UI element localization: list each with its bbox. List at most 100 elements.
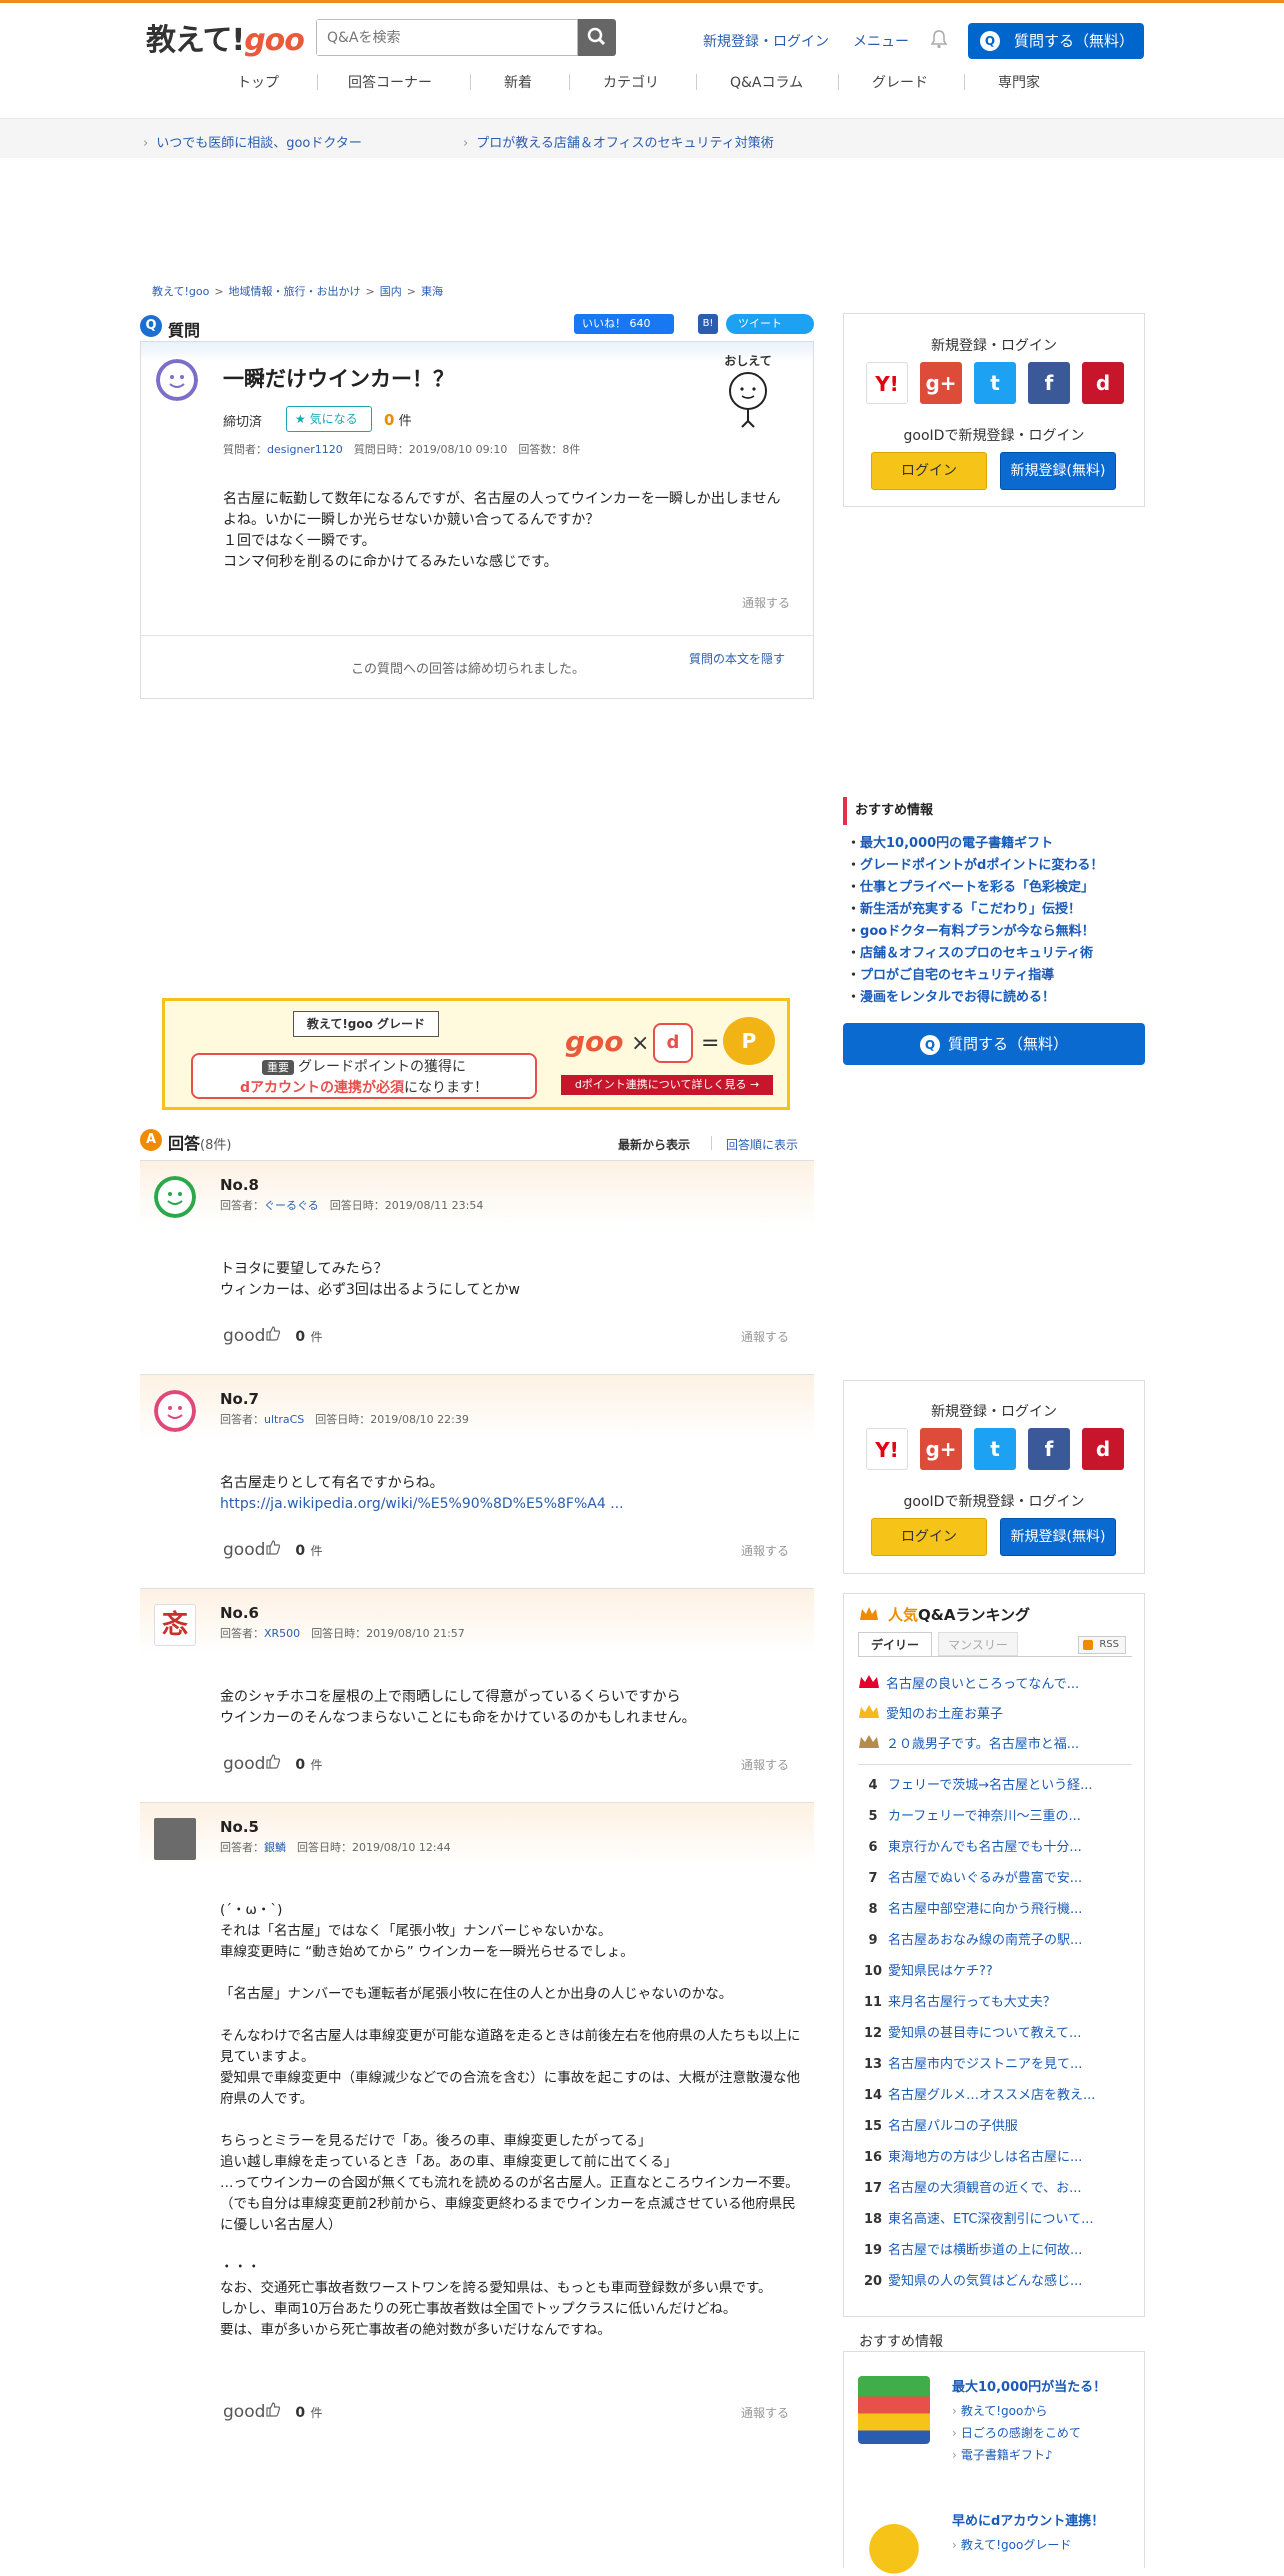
ranking-link[interactable]: 愛知県の甚目寺について教えて...	[888, 2026, 1081, 2041]
search-button[interactable]	[578, 19, 616, 56]
ranking-link[interactable]: 名古屋市内でジストニアを見て...	[888, 2057, 1082, 2072]
breadcrumb-item[interactable]: 地域情報・旅行・お出かけ	[229, 285, 361, 298]
ranking-link[interactable]: 名古屋の良いところってなんで...	[886, 1677, 1079, 1692]
nav-top[interactable]: トップ	[237, 72, 279, 92]
ranking-item[interactable]: 18 東名高速、ETC深夜割引について...	[858, 2210, 1138, 2230]
ranking-item[interactable]: 4 フェリーで茨城→名古屋という経...	[858, 1776, 1138, 1796]
report-link[interactable]: 通報する	[741, 2404, 789, 2421]
docomo-login-icon[interactable]: d	[1082, 362, 1124, 404]
recommend-link[interactable]: 最大10,000円の電子書籍ギフト	[847, 833, 1103, 855]
site-logo[interactable]: 教えて!goo	[146, 15, 305, 59]
ranking-link[interactable]: フェリーで茨城→名古屋という経...	[888, 1778, 1093, 1793]
recommend-link[interactable]: プロがご自宅のセキュリティ指導	[847, 965, 1103, 987]
recommend-link[interactable]: 店舗＆オフィスのプロのセキュリティ術	[847, 943, 1103, 965]
report-link[interactable]: 通報する	[742, 594, 790, 611]
recommend-link[interactable]: グレードポイントがdポイントに変わる！	[847, 855, 1103, 877]
ranking-link[interactable]: 東京行かんでも名古屋でも十分...	[888, 1840, 1082, 1855]
ranking-link[interactable]: 名古屋では横断歩道の上に何故...	[888, 2243, 1082, 2258]
ranking-link[interactable]: 東名高速、ETC深夜割引について...	[888, 2212, 1093, 2227]
recommend2-sublink[interactable]: 電子書籍ギフト♪	[952, 2446, 1053, 2463]
ranking-link[interactable]: 名古屋あおなみ線の南荒子の駅...	[888, 1933, 1082, 1948]
tab-daily[interactable]: デイリー	[858, 1632, 932, 1656]
ranking-link[interactable]: 来月名古屋行っても大丈夫？	[888, 1995, 1056, 2010]
good-button[interactable]: good 0 件	[223, 1325, 323, 1346]
report-link[interactable]: 通報する	[741, 1328, 789, 1345]
ranking-link[interactable]: 愛知県民はケチ??	[888, 1964, 993, 1979]
login-button[interactable]: ログイン	[871, 452, 987, 490]
recommend2-headline[interactable]: 最大10,000円が当たる！	[952, 2376, 1106, 2395]
fav-button[interactable]: ★ 気になる	[286, 406, 372, 432]
asker-link[interactable]: designer1120	[267, 443, 343, 456]
tweet-button[interactable]: ツイート	[726, 314, 814, 334]
ask-question-button[interactable]: Q 質問する（無料）	[968, 23, 1144, 59]
ranking-item[interactable]: 愛知のお土産お菓子	[858, 1704, 1138, 1724]
ranking-link[interactable]: カーフェリーで神奈川～三重の...	[888, 1809, 1081, 1824]
facebook-login-icon[interactable]: f	[1028, 362, 1070, 404]
good-button[interactable]: good 0 件	[223, 2401, 323, 2422]
docomo-login-icon[interactable]: d	[1082, 1428, 1124, 1470]
answerer-link[interactable]: ぐーるぐる	[264, 1199, 319, 1212]
menu-link[interactable]: メニュー	[853, 34, 909, 50]
recommend2-sublink[interactable]: 教えて!gooから	[952, 2402, 1048, 2419]
good-button[interactable]: good 0 件	[223, 1539, 323, 1560]
promo-link-security[interactable]: プロが教える店舗＆オフィスのセキュリティ対策術	[463, 132, 774, 151]
report-link[interactable]: 通報する	[741, 1756, 789, 1773]
tab-monthly[interactable]: マンスリー	[938, 1632, 1018, 1656]
ranking-link[interactable]: 愛知のお土産お菓子	[886, 1707, 1003, 1722]
google-login-icon[interactable]: g+	[920, 362, 962, 404]
answerer-link[interactable]: ultraCS	[264, 1413, 304, 1426]
ranking-item[interactable]: 名古屋の良いところってなんで...	[858, 1674, 1138, 1694]
recommend2-sublink[interactable]: 教えて!gooグレード	[952, 2536, 1072, 2553]
ranking-item[interactable]: 14 名古屋グルメ…オススメ店を教え...	[858, 2086, 1138, 2106]
banner-link[interactable]: dポイント連携について詳しく見る →	[561, 1075, 773, 1095]
register-button[interactable]: 新規登録(無料)	[1000, 1518, 1116, 1556]
answer-link[interactable]: https://ja.wikipedia.org/wiki/%E5%90%8D%…	[220, 1496, 624, 1512]
ranking-link[interactable]: 名古屋の大須観音の近くで、お...	[888, 2181, 1082, 2196]
breadcrumb-item[interactable]: 教えて!goo	[152, 285, 209, 298]
nav-new[interactable]: 新着	[504, 72, 532, 92]
yahoo-login-icon[interactable]: Y!	[866, 362, 908, 404]
recommend-link[interactable]: 仕事とプライベートを彩る「色彩検定」	[847, 877, 1103, 899]
nav-qa-column[interactable]: Q&Aコラム	[730, 72, 803, 92]
ranking-item[interactable]: 20 愛知県の人の気質はどんな感じ...	[858, 2272, 1138, 2292]
ranking-item[interactable]: 15 名古屋パルコの子供服	[858, 2117, 1138, 2137]
twitter-login-icon[interactable]: t	[974, 362, 1016, 404]
bookmark-icon[interactable]: B!	[698, 314, 718, 334]
facebook-login-icon[interactable]: f	[1028, 1428, 1070, 1470]
ranking-item[interactable]: 8 名古屋中部空港に向かう飛行機...	[858, 1900, 1138, 1920]
register-button[interactable]: 新規登録(無料)	[1000, 452, 1116, 490]
ranking-item[interactable]: 12 愛知県の甚目寺について教えて...	[858, 2024, 1138, 2044]
ranking-link[interactable]: 名古屋中部空港に向かう飛行機...	[888, 1902, 1082, 1917]
ranking-item[interactable]: 19 名古屋では横断歩道の上に何故...	[858, 2241, 1138, 2261]
grade-banner[interactable]: 教えて!goo グレード 重要 グレードポイントの獲得に dアカウントの連携が必須に…	[162, 998, 790, 1110]
recommend2-sublink[interactable]: 日ごろの感謝をこめて	[952, 2424, 1081, 2441]
nav-experts[interactable]: 専門家	[998, 72, 1040, 92]
ranking-link[interactable]: 名古屋グルメ…オススメ店を教え...	[888, 2088, 1095, 2103]
answerer-link[interactable]: XR500	[264, 1627, 300, 1640]
ranking-item[interactable]: 11 来月名古屋行っても大丈夫？	[858, 1993, 1138, 2013]
promo-link-doctor[interactable]: いつでも医師に相談、gooドクター	[143, 132, 362, 151]
report-link[interactable]: 通報する	[741, 1542, 789, 1559]
sort-order-tab[interactable]: 回答順に表示	[726, 1136, 798, 1153]
ranking-item[interactable]: ２０歳男子です。名古屋市と福...	[858, 1734, 1138, 1754]
books-image[interactable]	[858, 2376, 930, 2444]
sort-newest-tab[interactable]: 最新から表示	[618, 1136, 690, 1153]
hide-question-link[interactable]: 質問の本文を隠す	[689, 650, 785, 667]
ranking-link[interactable]: 東海地方の方は少しは名古屋に...	[888, 2150, 1082, 2165]
ranking-link[interactable]: ２０歳男子です。名古屋市と福...	[886, 1737, 1079, 1752]
breadcrumb-item[interactable]: 国内	[380, 285, 402, 298]
ranking-item[interactable]: 5 カーフェリーで神奈川～三重の...	[858, 1807, 1138, 1827]
nav-category[interactable]: カテゴリ	[603, 72, 659, 92]
recommend-link[interactable]: 新生活が充実する「こだわり」伝授！	[847, 899, 1103, 921]
nav-answer-corner[interactable]: 回答コーナー	[348, 72, 432, 92]
recommend2-headline[interactable]: 早めにdアカウント連携！	[952, 2510, 1104, 2529]
ranking-item[interactable]: 7 名古屋でぬいぐるみが豊富で安...	[858, 1869, 1138, 1889]
breadcrumb-item[interactable]: 東海	[421, 285, 443, 298]
login-link[interactable]: 新規登録・ログイン	[703, 34, 829, 50]
nav-grade[interactable]: グレード	[872, 72, 928, 92]
recommend-link[interactable]: 漫画をレンタルでお得に読める！	[847, 987, 1103, 1009]
coins-image[interactable]	[858, 2508, 930, 2576]
good-button[interactable]: good 0 件	[223, 1753, 323, 1774]
rss-link[interactable]: RSS	[1078, 1636, 1126, 1654]
ranking-item[interactable]: 16 東海地方の方は少しは名古屋に...	[858, 2148, 1138, 2168]
